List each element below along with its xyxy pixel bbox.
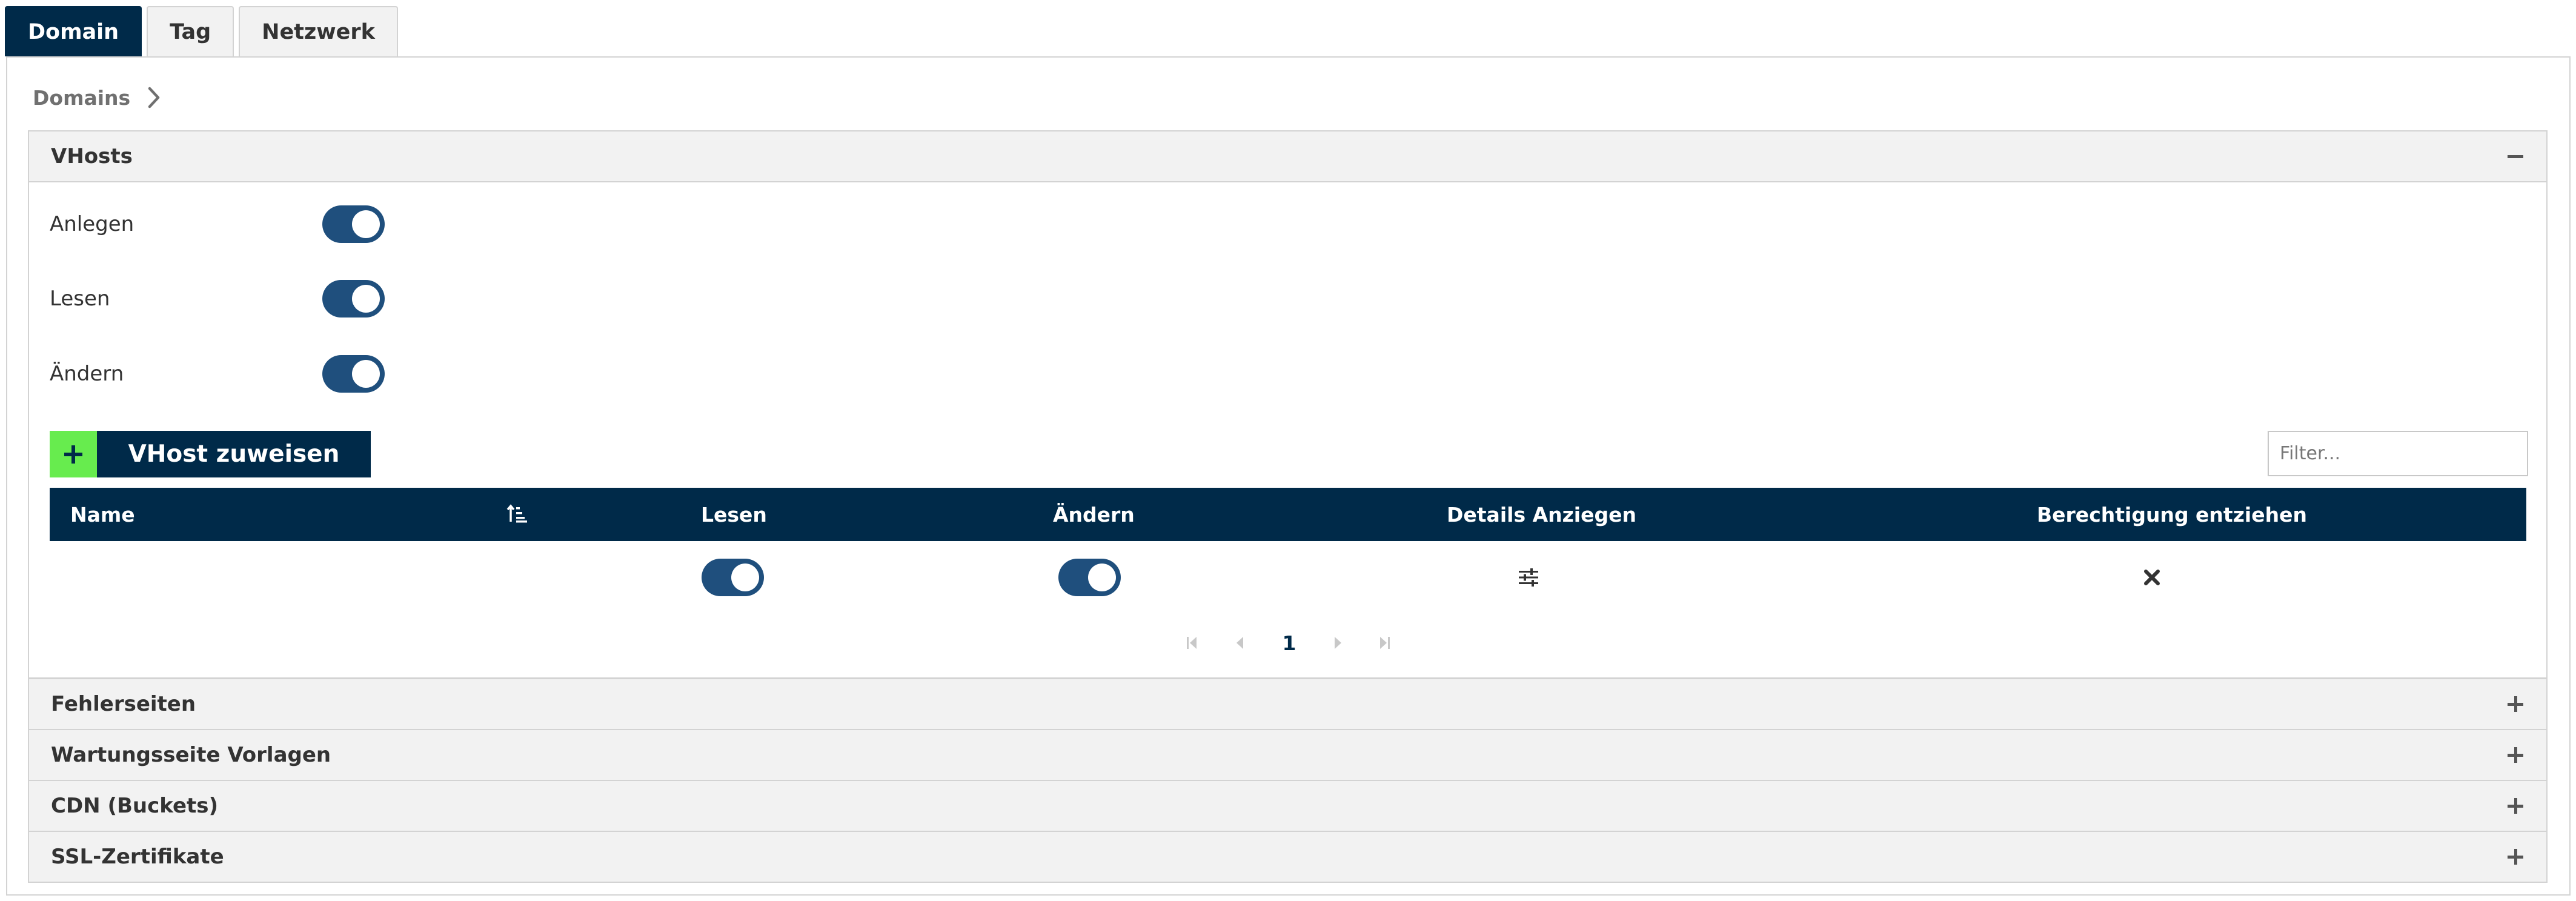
section-title: CDN (Buckets) — [51, 794, 219, 818]
permission-label: Anlegen — [50, 212, 134, 236]
tab-domain[interactable]: Domain — [5, 6, 142, 56]
fehlerseiten-section: Fehlerseiten — [28, 678, 2548, 730]
chevron-right-icon — [147, 82, 163, 113]
column-header-berechtigung[interactable]: Berechtigung entziehen — [2037, 488, 2307, 541]
plus-icon — [50, 431, 97, 477]
row-aendern-cell — [1058, 541, 1121, 614]
ssl-zertifikate-section: SSL-Zertifikate — [28, 831, 2548, 883]
section-title: Wartungsseite Vorlagen — [51, 743, 331, 767]
table-row — [50, 541, 2526, 614]
assign-vhost-label: VHost zuweisen — [97, 431, 371, 477]
permission-label: Ändern — [50, 362, 124, 386]
previous-page-icon[interactable] — [1230, 628, 1249, 658]
table-header: Name Lesen Ändern Details Anziegen Berec… — [50, 488, 2526, 541]
column-header-aendern[interactable]: Ändern — [1053, 488, 1135, 541]
expand-plus-icon[interactable] — [2506, 797, 2525, 815]
first-page-icon[interactable] — [1183, 628, 1201, 658]
permission-lesen-toggle[interactable] — [322, 280, 385, 318]
section-title: VHosts — [51, 144, 133, 168]
section-title: SSL-Zertifikate — [51, 845, 224, 869]
tab-bar: Domain Tag Netzwerk — [5, 6, 398, 56]
vhosts-section: VHosts Anlegen Lesen Ändern VHost zuweis… — [28, 130, 2548, 679]
ssl-zertifikate-section-header[interactable]: SSL-Zertifikate — [29, 832, 2546, 882]
last-page-icon[interactable] — [1375, 628, 1393, 658]
vhosts-section-header[interactable]: VHosts — [29, 131, 2546, 181]
tab-netzwerk[interactable]: Netzwerk — [239, 6, 398, 56]
row-aendern-toggle[interactable] — [1058, 559, 1121, 596]
cdn-buckets-section-header[interactable]: CDN (Buckets) — [29, 781, 2546, 831]
row-lesen-cell — [702, 541, 764, 614]
breadcrumb: Domains — [33, 82, 163, 113]
cdn-buckets-section: CDN (Buckets) — [28, 780, 2548, 832]
column-header-lesen[interactable]: Lesen — [701, 488, 767, 541]
row-lesen-toggle[interactable] — [702, 559, 764, 596]
expand-plus-icon[interactable] — [2506, 746, 2525, 764]
tab-tag[interactable]: Tag — [147, 6, 234, 56]
expand-plus-icon[interactable] — [2506, 695, 2525, 713]
details-sliders-icon[interactable] — [1515, 541, 1542, 614]
permission-anlegen-row: Anlegen — [50, 205, 413, 243]
expand-plus-icon[interactable] — [2506, 848, 2525, 866]
permission-lesen-row: Lesen — [50, 280, 413, 318]
current-page-number[interactable]: 1 — [1277, 628, 1301, 658]
filter-input[interactable] — [2268, 431, 2528, 476]
revoke-close-icon[interactable] — [2140, 541, 2164, 614]
collapse-minus-icon[interactable] — [2506, 147, 2525, 165]
vhosts-section-body: Anlegen Lesen Ändern VHost zuweisen Name — [29, 181, 2546, 677]
permission-label: Lesen — [50, 287, 110, 311]
fehlerseiten-section-header[interactable]: Fehlerseiten — [29, 679, 2546, 729]
breadcrumb-domains-link[interactable]: Domains — [33, 86, 130, 110]
sort-ascending-icon[interactable] — [506, 488, 531, 541]
permission-aendern-row: Ändern — [50, 355, 413, 393]
permission-anlegen-toggle[interactable] — [322, 205, 385, 243]
column-header-details[interactable]: Details Anziegen — [1447, 488, 1636, 541]
tab-content-panel: Domains VHosts Anlegen Lesen Ändern VHos… — [6, 56, 2571, 896]
column-header-name[interactable]: Name — [70, 488, 135, 541]
section-title: Fehlerseiten — [51, 692, 196, 716]
wartungsseite-vorlagen-section-header[interactable]: Wartungsseite Vorlagen — [29, 730, 2546, 780]
assign-vhost-button[interactable]: VHost zuweisen — [50, 431, 371, 477]
permission-aendern-toggle[interactable] — [322, 355, 385, 393]
next-page-icon[interactable] — [1329, 628, 1347, 658]
pagination: 1 — [29, 628, 2546, 658]
wartungsseite-vorlagen-section: Wartungsseite Vorlagen — [28, 729, 2548, 781]
